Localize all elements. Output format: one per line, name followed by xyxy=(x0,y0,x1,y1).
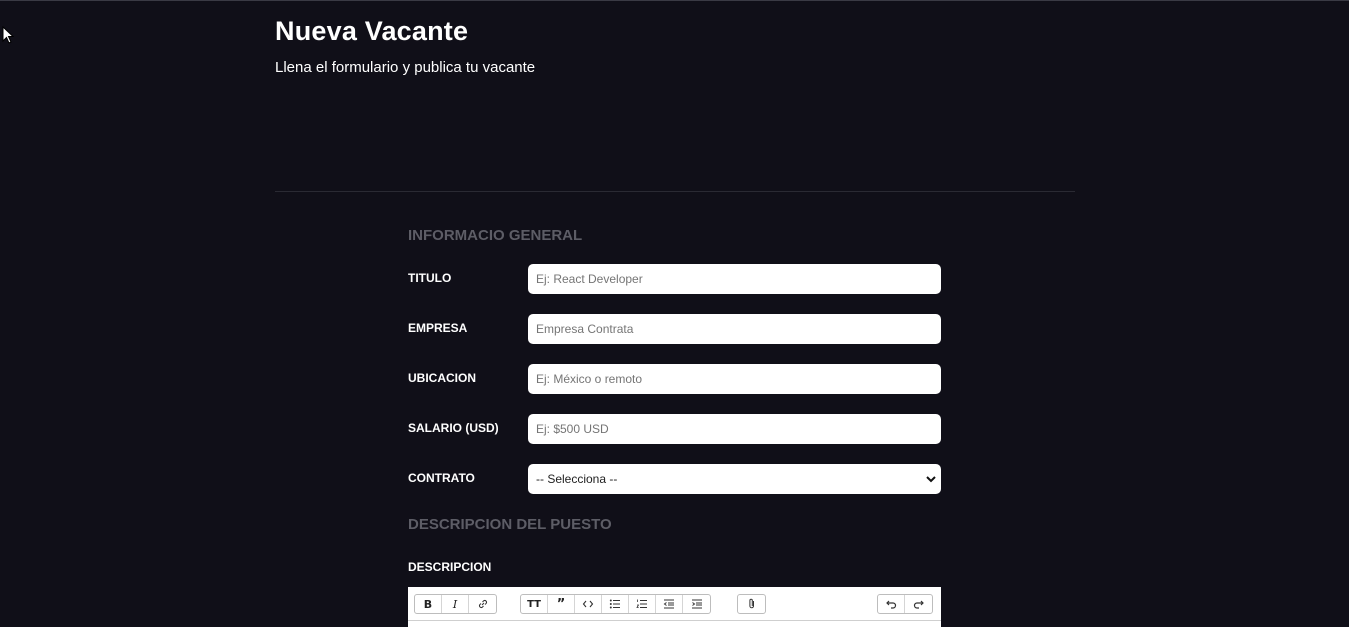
toolbar-file-group xyxy=(737,594,766,614)
titulo-label: TITULO xyxy=(408,271,452,285)
form-row-titulo: TITULO xyxy=(408,264,941,294)
attach-icon[interactable] xyxy=(738,595,765,613)
salario-label: SALARIO (USD) xyxy=(408,421,499,435)
heading-icon[interactable]: TT xyxy=(521,595,548,613)
link-icon[interactable] xyxy=(469,595,496,613)
page-title: Nueva Vacante xyxy=(275,16,469,46)
rich-text-editor: B I TT ” xyxy=(408,587,941,627)
page-subtitle: Llena el formulario y publica tu vacante xyxy=(275,59,536,76)
empresa-input[interactable] xyxy=(528,314,941,344)
toolbar-text-group: B I xyxy=(414,594,497,614)
page-header: Nueva Vacante Llena el formulario y publ… xyxy=(275,16,535,76)
form-row-empresa: EMPRESA xyxy=(408,314,941,344)
section-title-description: DESCRIPCION DEL PUESTO xyxy=(408,516,612,533)
mouse-cursor-icon xyxy=(2,26,14,44)
ubicacion-input[interactable] xyxy=(528,364,941,394)
contrato-label: CONTRATO xyxy=(408,471,475,485)
toolbar-block-group: TT ” xyxy=(520,594,711,614)
salario-input[interactable] xyxy=(528,414,941,444)
italic-icon[interactable]: I xyxy=(442,595,469,613)
form-row-salario: SALARIO (USD) xyxy=(408,414,941,444)
header-divider xyxy=(275,191,1075,192)
empresa-label: EMPRESA xyxy=(408,321,468,335)
titulo-input[interactable] xyxy=(528,264,941,294)
section-title-general: INFORMACIO GENERAL xyxy=(408,227,583,244)
contrato-select[interactable]: -- Selecciona -- xyxy=(528,464,941,494)
form-row-ubicacion: UBICACION xyxy=(408,364,941,394)
bullet-list-icon[interactable] xyxy=(602,595,629,613)
numbered-list-icon[interactable] xyxy=(629,595,656,613)
quote-icon[interactable]: ” xyxy=(548,595,575,613)
toolbar-history-group xyxy=(877,594,933,614)
undo-icon[interactable] xyxy=(878,595,905,613)
code-icon[interactable] xyxy=(575,595,602,613)
bold-icon[interactable]: B xyxy=(415,595,442,613)
descripcion-label: DESCRIPCION xyxy=(408,560,492,574)
redo-icon[interactable] xyxy=(905,595,932,613)
window-top-border xyxy=(0,0,1349,1)
editor-content-border xyxy=(408,620,941,621)
increase-indent-icon[interactable] xyxy=(683,595,710,613)
ubicacion-label: UBICACION xyxy=(408,371,476,385)
form-row-contrato: CONTRATO -- Selecciona -- xyxy=(408,464,941,494)
decrease-indent-icon[interactable] xyxy=(656,595,683,613)
